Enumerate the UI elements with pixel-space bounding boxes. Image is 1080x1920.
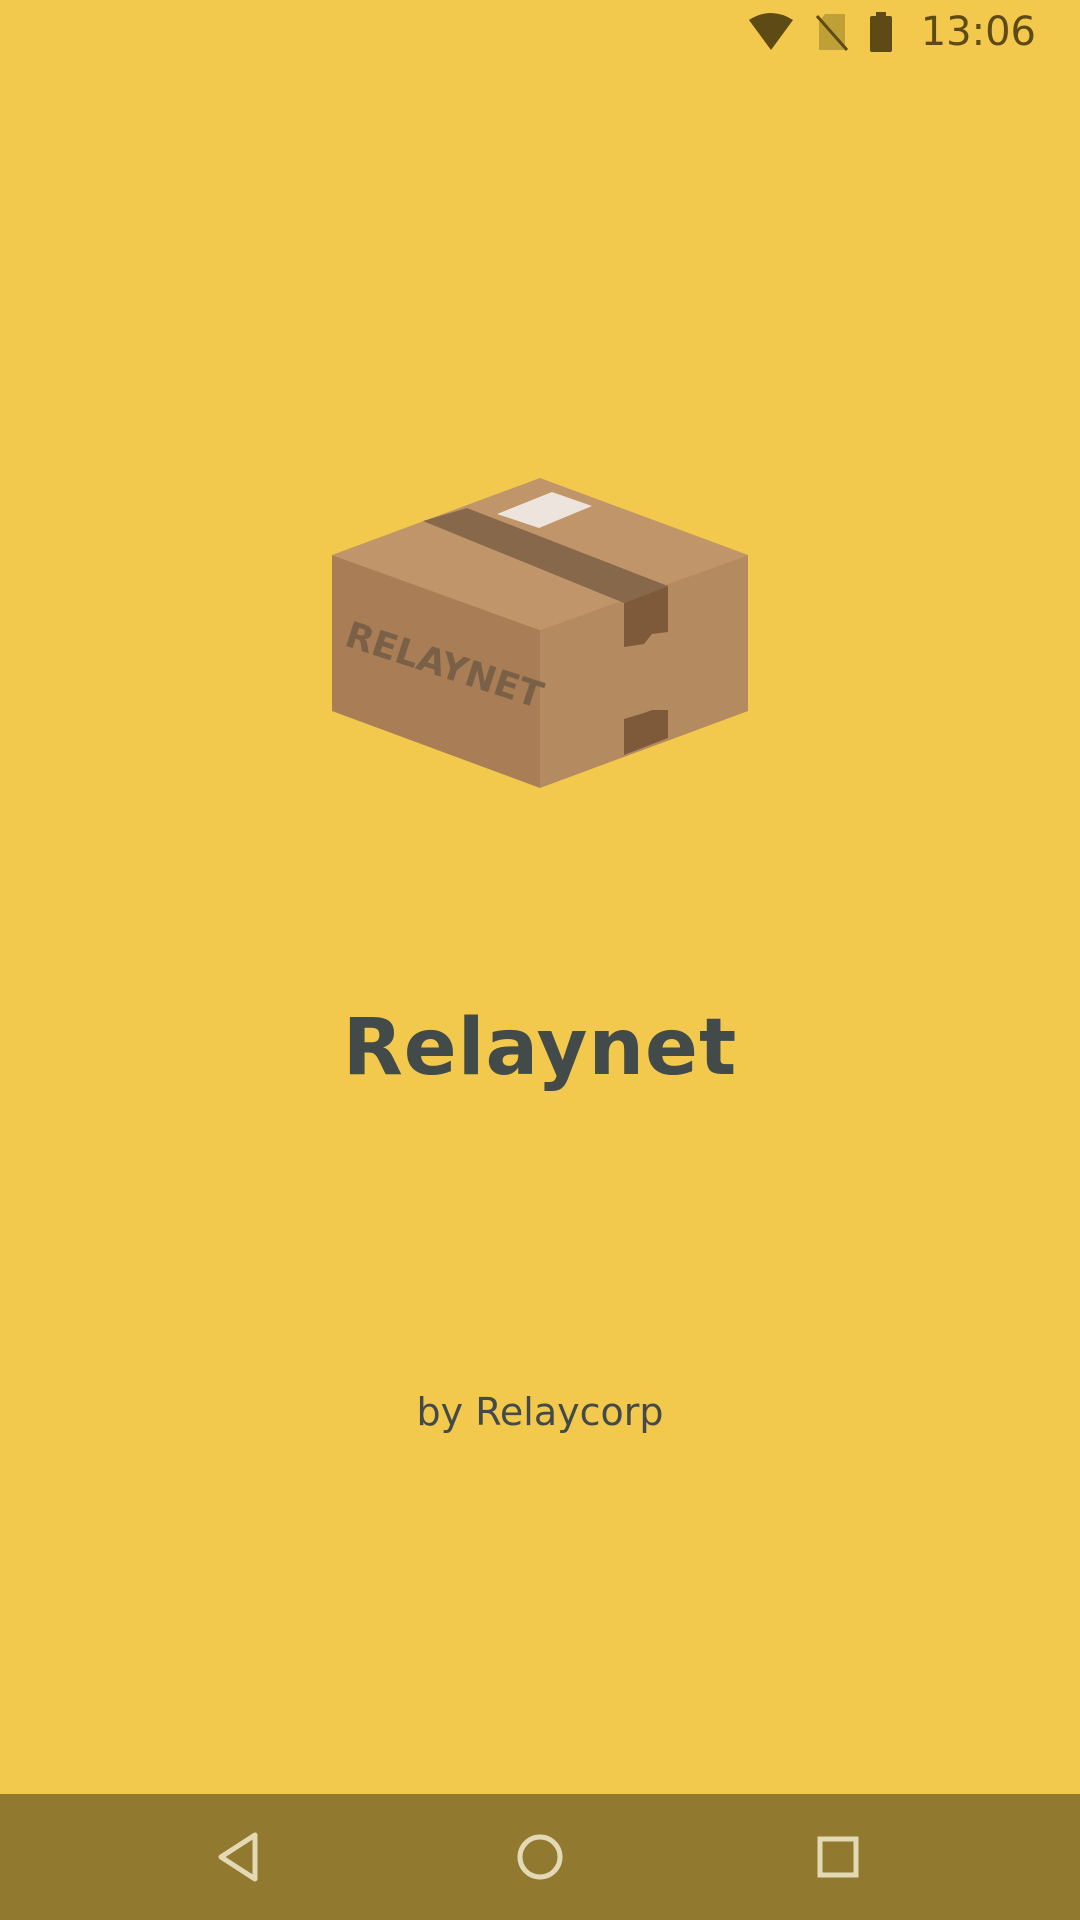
status-icons: 13:06 xyxy=(747,8,1036,56)
status-bar: 13:06 xyxy=(0,0,1080,64)
recents-button[interactable] xyxy=(808,1827,868,1887)
battery-icon xyxy=(869,12,892,52)
recents-square-icon xyxy=(817,1836,859,1878)
home-button[interactable] xyxy=(510,1827,570,1887)
app-byline: by Relaycorp xyxy=(416,1390,664,1434)
back-triangle-icon xyxy=(218,1832,258,1882)
back-button[interactable] xyxy=(211,1827,271,1887)
wifi-icon xyxy=(748,13,793,50)
navigation-bar xyxy=(0,1794,1080,1920)
home-circle-icon xyxy=(517,1834,563,1880)
no-sim-icon xyxy=(815,14,848,51)
relaynet-box-logo: RELAYNET xyxy=(332,478,748,788)
app-title: Relaynet xyxy=(342,1003,738,1093)
clock: 13:06 xyxy=(920,9,1036,55)
